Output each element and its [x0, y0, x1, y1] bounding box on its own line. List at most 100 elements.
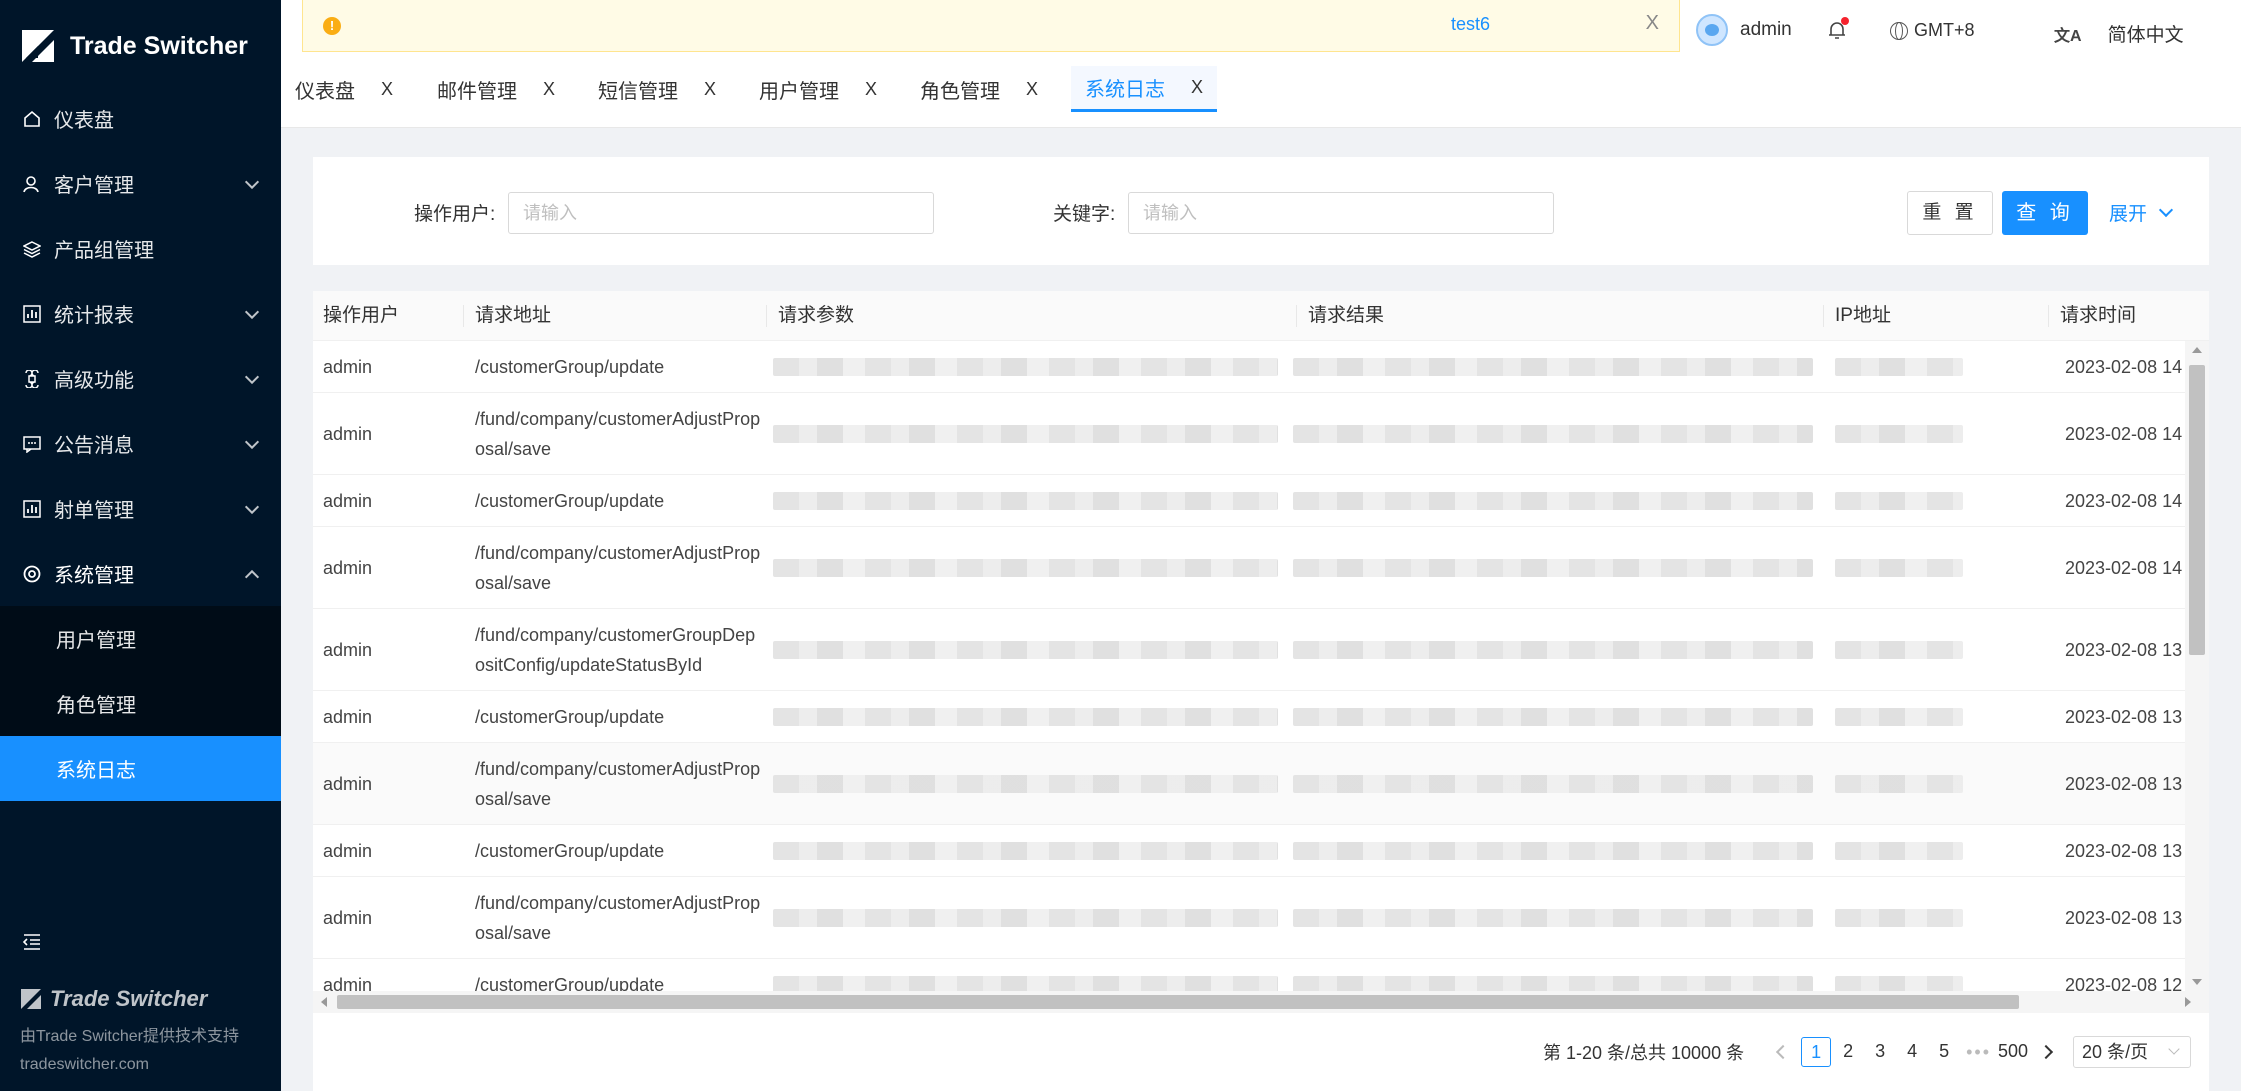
table-row[interactable]: admin/customerGroup/update 2023-02-08 14	[313, 341, 2185, 393]
sidebar-item-reports[interactable]: 统计报表	[0, 281, 281, 346]
tab-close-icon[interactable]: X	[1191, 77, 1203, 98]
search-form: 操作用户: 关键字: 重 置 查 询 展开	[313, 157, 2209, 265]
sidebar-item-advanced[interactable]: 高级功能	[0, 346, 281, 411]
sidebar-item-orders[interactable]: 射单管理	[0, 476, 281, 541]
query-button[interactable]: 查 询	[2002, 191, 2088, 235]
footer-url[interactable]: tradeswitcher.com	[20, 1056, 239, 1074]
tab-system-log[interactable]: 系统日志 X	[1071, 66, 1218, 112]
sidebar-item-system[interactable]: 系统管理	[0, 541, 281, 606]
scrollbar-thumb[interactable]	[337, 995, 2019, 1009]
cell-params-redacted	[773, 425, 1278, 443]
tab-label: 角色管理	[920, 80, 1000, 103]
page-number[interactable]: 5	[1929, 1037, 1959, 1067]
timezone-selector[interactable]: GMT+8	[1890, 20, 1975, 41]
tab-users[interactable]: 用户管理 X	[745, 66, 891, 112]
reset-button[interactable]: 重 置	[1907, 191, 1993, 235]
page-number[interactable]: 4	[1897, 1037, 1927, 1067]
sidebar-subitem-system-log[interactable]: 系统日志	[0, 736, 281, 801]
sidebar-item-dashboard[interactable]: 仪表盘	[0, 86, 281, 151]
page-size-select[interactable]: 20 条/页	[2073, 1036, 2192, 1068]
table-row[interactable]: admin/fund/company/customerAdjustProposa…	[313, 877, 2185, 959]
cell-ip-redacted	[1835, 976, 1963, 991]
page-number[interactable]: 1	[1801, 1037, 1832, 1067]
table-row[interactable]: admin/customerGroup/update 2023-02-08 13	[313, 825, 2185, 877]
page-ellipsis[interactable]: •••	[1966, 1042, 1991, 1063]
globe-icon	[1890, 21, 1908, 40]
cell-ip-redacted	[1835, 842, 1963, 860]
cell-address: /fund/company/customerAdjustProposal/sav…	[475, 409, 761, 459]
scroll-up-icon[interactable]	[2192, 347, 2202, 353]
sidebar-item-label: 客户管理	[54, 175, 134, 197]
table-row[interactable]: admin/fund/company/customerGroupDepositC…	[313, 609, 2185, 691]
tab-close-icon[interactable]: X	[543, 79, 555, 100]
cell-address: /fund/company/customerGroupDepositConfig…	[475, 625, 756, 675]
cell-time: 2023-02-08 14	[2065, 558, 2183, 578]
command-icon	[22, 369, 42, 389]
user-menu[interactable]: admin	[1696, 14, 1792, 46]
sidebar-item-announcements[interactable]: 公告消息	[0, 411, 281, 476]
tab-roles[interactable]: 角色管理 X	[906, 66, 1052, 112]
cell-time: 2023-02-08 13	[2065, 774, 2183, 794]
table-row[interactable]: admin/fund/company/customerAdjustProposa…	[313, 527, 2185, 609]
column-header: IP地址	[1835, 305, 1891, 326]
horizontal-scrollbar[interactable]	[313, 991, 2209, 1013]
cell-ip-redacted	[1835, 775, 1963, 793]
cell-user: admin	[323, 975, 373, 991]
table-row[interactable]: admin/fund/company/customerAdjustProposa…	[313, 743, 2185, 825]
page-number[interactable]: 3	[1865, 1037, 1895, 1067]
tab-close-icon[interactable]: X	[865, 79, 877, 100]
table-row[interactable]: admin/fund/company/customerAdjustProposa…	[313, 393, 2185, 475]
expand-toggle[interactable]: 展开	[2109, 199, 2174, 226]
cell-params-redacted	[773, 641, 1278, 659]
table-header: 操作用户 请求地址 请求参数 请求结果 IP地址 请求时间	[313, 291, 2209, 341]
trade-switcher-logo-icon	[21, 989, 41, 1009]
notice-close-button[interactable]: X	[1646, 12, 1659, 35]
cell-result-redacted	[1293, 641, 1813, 659]
page-size-label: 20 条/页	[2082, 1042, 2149, 1062]
tab-close-icon[interactable]: X	[381, 79, 393, 100]
notice-message[interactable]: test6	[1451, 14, 1490, 35]
tab-dashboard[interactable]: 仪表盘 X	[281, 66, 407, 112]
vertical-scrollbar[interactable]	[2185, 341, 2209, 991]
user-icon	[22, 174, 42, 194]
table-row[interactable]: admin/customerGroup/update 2023-02-08 12	[313, 959, 2185, 991]
prev-page-icon[interactable]	[1776, 1044, 1791, 1060]
page-number[interactable]: 2	[1833, 1037, 1863, 1067]
footer-brand-name: Trade Switcher	[50, 986, 208, 1011]
scroll-down-icon[interactable]	[2192, 979, 2202, 985]
sidebar-subitem-users[interactable]: 用户管理	[0, 606, 281, 671]
page-number-last[interactable]: 500	[1998, 1037, 2028, 1067]
scroll-left-icon[interactable]	[321, 997, 327, 1007]
tab-email[interactable]: 邮件管理 X	[423, 66, 569, 112]
layers-icon	[22, 239, 42, 259]
chevron-down-icon	[244, 369, 260, 384]
tab-close-icon[interactable]: X	[704, 79, 716, 100]
sidebar-item-label: 仪表盘	[54, 110, 114, 132]
sidebar-subitem-roles[interactable]: 角色管理	[0, 671, 281, 736]
scroll-right-icon[interactable]	[2185, 997, 2191, 1007]
language-selector[interactable]: 文A 简体中文	[2054, 20, 2184, 47]
next-page-icon[interactable]	[2038, 1044, 2054, 1060]
cell-ip-redacted	[1835, 425, 1963, 443]
scrollbar-thumb[interactable]	[2189, 365, 2205, 655]
sidebar-item-customers[interactable]: 客户管理	[0, 151, 281, 216]
operator-input[interactable]	[508, 192, 934, 234]
app-logo[interactable]: Trade Switcher	[20, 26, 248, 66]
cell-params-redacted	[773, 775, 1278, 793]
cell-result-redacted	[1293, 842, 1813, 860]
cell-result-redacted	[1293, 976, 1813, 991]
cell-ip-redacted	[1835, 559, 1963, 577]
sidebar-item-product-groups[interactable]: 产品组管理	[0, 216, 281, 281]
menu-fold-icon[interactable]	[22, 932, 42, 952]
cell-time: 2023-02-08 13	[2065, 707, 2183, 727]
cell-params-redacted	[773, 358, 1278, 376]
table-row[interactable]: admin/customerGroup/update 2023-02-08 14	[313, 475, 2185, 527]
tab-close-icon[interactable]: X	[1026, 79, 1038, 100]
cell-user: admin	[323, 908, 373, 928]
bell-icon[interactable]	[1828, 17, 1849, 40]
keyword-input[interactable]	[1128, 192, 1554, 234]
cell-user: admin	[323, 640, 373, 660]
cell-result-redacted	[1293, 425, 1813, 443]
table-row[interactable]: admin/customerGroup/update 2023-02-08 13	[313, 691, 2185, 743]
tab-sms[interactable]: 短信管理 X	[584, 66, 730, 112]
